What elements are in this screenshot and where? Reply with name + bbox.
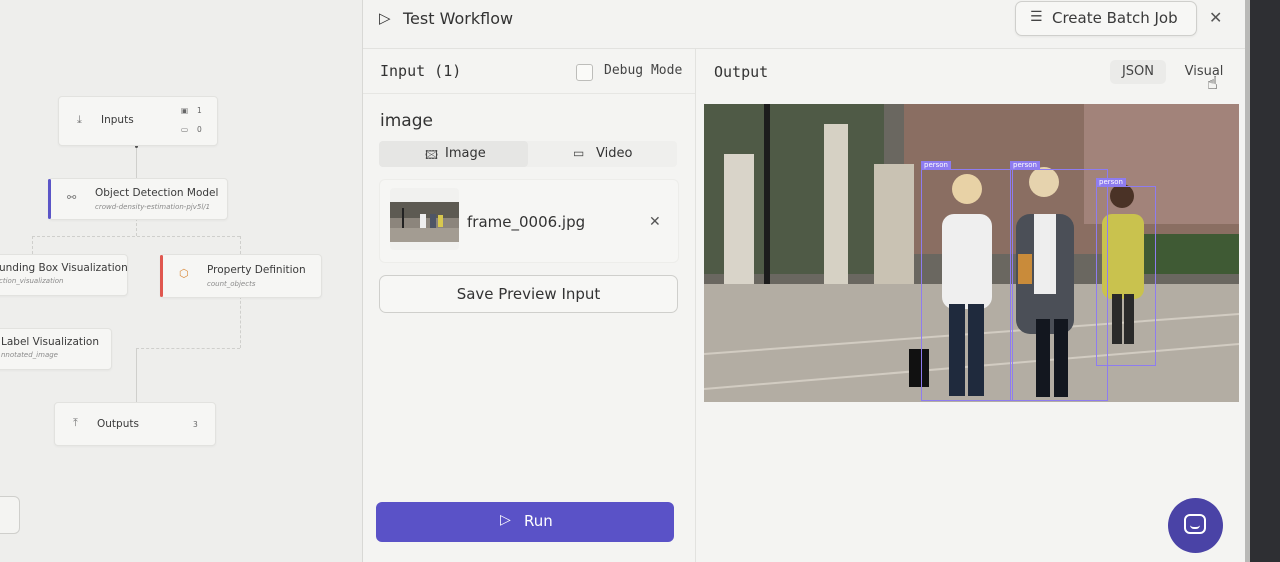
input-title: Input (1) xyxy=(380,62,462,80)
remove-file-icon[interactable]: ✕ xyxy=(649,214,661,230)
download-icon: ⤓ xyxy=(77,113,82,126)
save-preview-input-button[interactable]: Save Preview Input xyxy=(379,275,678,313)
node-title: Inputs xyxy=(101,114,134,126)
input-field-label: image xyxy=(380,111,433,131)
workflow-canvas[interactable]: ⤓ Inputs ▣ 1 ▭ 0 ⚯ Object Detection Mode… xyxy=(0,0,362,562)
node-title: Outputs xyxy=(97,418,139,430)
node-title: Property Definition xyxy=(207,264,306,276)
node-subtitle: nnotated_image xyxy=(1,351,58,359)
chat-icon xyxy=(1184,514,1206,534)
connector-line xyxy=(240,236,241,254)
tab-label: Video xyxy=(596,146,633,161)
connector-line xyxy=(32,236,33,254)
connector-line xyxy=(240,296,241,348)
node-accent xyxy=(48,179,51,219)
media-type-tabs: 🖾 Image ▭ Video xyxy=(379,141,677,167)
connector-line xyxy=(32,236,240,237)
detection-box: person xyxy=(921,161,1013,401)
connector-line xyxy=(136,348,240,349)
screen-bezel xyxy=(1250,0,1280,562)
connector-line xyxy=(136,348,137,402)
node-object-detection[interactable]: ⚯ Object Detection Model crowd-density-e… xyxy=(48,178,228,220)
detection-label: person xyxy=(921,161,951,170)
canvas-control-button[interactable] xyxy=(0,496,20,534)
close-icon[interactable]: ✕ xyxy=(1209,8,1222,27)
debug-mode-checkbox[interactable] xyxy=(576,64,593,81)
file-name: frame_0006.jpg xyxy=(467,213,586,231)
tab-image[interactable]: 🖾 Image xyxy=(379,141,528,167)
detection-box: person xyxy=(1010,161,1108,401)
node-title: Label Visualization xyxy=(1,336,99,348)
cube-icon: ⬡ xyxy=(179,267,189,280)
node-title: Object Detection Model xyxy=(95,187,219,199)
create-batch-job-label: Create Batch Job xyxy=(1052,9,1178,27)
output-count: 3 xyxy=(193,420,198,429)
image-icon: 🖾 xyxy=(425,148,439,162)
node-subtitle: crowd-density-estimation-pjv5l/1 xyxy=(95,203,211,211)
tab-label: Image xyxy=(445,146,486,161)
annotated-output-image: person person person xyxy=(704,104,1239,402)
create-batch-job-button[interactable]: ☰ Create Batch Job xyxy=(1015,1,1197,36)
uploaded-file-card: frame_0006.jpg ✕ xyxy=(379,179,679,263)
run-label: Run xyxy=(524,512,553,530)
divider xyxy=(363,93,695,94)
hand-cursor-icon: ☝ xyxy=(1207,73,1218,94)
test-workflow-panel: ▷ Test Workflow ☰ Create Batch Job ✕ Inp… xyxy=(362,0,1251,562)
chat-support-button[interactable] xyxy=(1168,498,1223,553)
list-check-icon: ☰ xyxy=(1030,9,1043,25)
node-outputs[interactable]: ⤒ Outputs 3 xyxy=(54,402,216,446)
node-property-definition[interactable]: ⬡ Property Definition count_objects xyxy=(160,254,322,298)
play-icon: ▷ xyxy=(500,512,511,528)
file-thumbnail xyxy=(390,188,459,250)
connector-line xyxy=(136,146,137,180)
detection-label: person xyxy=(1010,161,1040,170)
input-column: Input (1) Debug Mode image 🖾 Image ▭ Vid… xyxy=(363,49,696,562)
detection-label: person xyxy=(1096,178,1126,187)
param-count: 0 xyxy=(197,125,202,134)
view-visual-toggle[interactable]: Visual xyxy=(1174,60,1234,84)
image-count: 1 xyxy=(197,106,202,115)
connector-line xyxy=(136,218,137,236)
thumbnail-image xyxy=(390,202,459,242)
view-json-toggle[interactable]: JSON xyxy=(1110,60,1166,84)
node-label-visualization[interactable]: Label Visualization nnotated_image xyxy=(0,328,112,370)
play-icon: ▷ xyxy=(379,9,391,27)
node-inputs[interactable]: ⤓ Inputs ▣ 1 ▭ 0 xyxy=(58,96,218,146)
tab-video[interactable]: ▭ Video xyxy=(528,141,677,167)
view-visual-label: Visual xyxy=(1184,64,1224,79)
image-count-icon: ▣ xyxy=(181,106,189,115)
view-json-label: JSON xyxy=(1121,64,1155,79)
output-column: Output JSON Visual ☝ person person perso… xyxy=(696,49,1251,562)
run-button[interactable]: ▷ Run xyxy=(376,502,674,542)
save-preview-input-label: Save Preview Input xyxy=(456,285,601,303)
node-bounding-box-visualization[interactable]: unding Box Visualization ction_visualiza… xyxy=(0,254,128,296)
node-accent xyxy=(160,255,163,297)
node-subtitle: count_objects xyxy=(207,280,256,288)
model-icon: ⚯ xyxy=(67,191,77,204)
node-title: unding Box Visualization xyxy=(0,262,128,274)
param-count-icon: ▭ xyxy=(181,125,189,134)
detection-box: person xyxy=(1096,178,1156,366)
panel-title: Test Workflow xyxy=(403,9,514,28)
node-subtitle: ction_visualization xyxy=(0,277,64,285)
video-icon: ▭ xyxy=(573,146,585,160)
output-title: Output xyxy=(714,63,769,81)
debug-mode-label[interactable]: Debug Mode xyxy=(604,63,682,78)
upload-icon: ⤒ xyxy=(73,416,78,429)
panel-header: ▷ Test Workflow ☰ Create Batch Job ✕ xyxy=(363,0,1251,49)
